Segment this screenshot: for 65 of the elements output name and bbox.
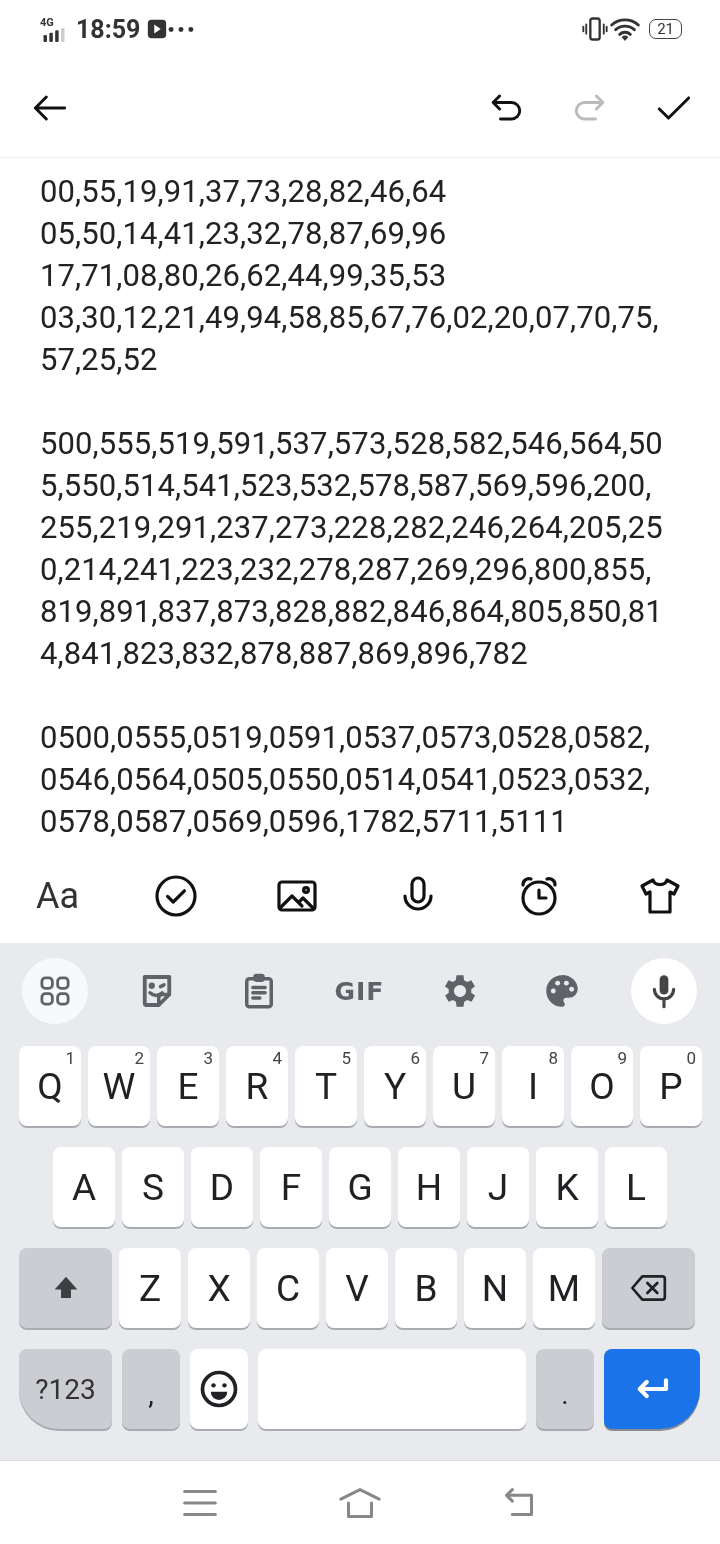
- key-hint: 1: [65, 1048, 75, 1068]
- note-text-line: 0578,0587,0569,0596,1782,5711,5111: [40, 802, 569, 842]
- letter-key[interactable]: R 4: [226, 1046, 288, 1126]
- letter-key[interactable]: B: [395, 1248, 457, 1328]
- letter-key[interactable]: W 2: [88, 1046, 150, 1126]
- letter-key[interactable]: N: [464, 1248, 526, 1328]
- network-type: 4G: [40, 16, 54, 28]
- key-hint: 7: [479, 1048, 489, 1068]
- enter-key[interactable]: [604, 1349, 700, 1429]
- letter-key[interactable]: S: [122, 1147, 184, 1227]
- note-text-line: 17,71,08,80,26,62,44,99,35,53: [40, 256, 448, 296]
- key-hint: 4: [272, 1048, 282, 1068]
- letter-key[interactable]: G: [329, 1147, 391, 1227]
- note-text-line: 0,214,241,223,232,278,287,269,296,800,855,: [40, 550, 653, 590]
- letter-key[interactable]: P 0: [640, 1046, 702, 1126]
- note-text-line: 5,550,514,541,523,532,578,587,569,596,200,: [40, 466, 653, 506]
- letter-key[interactable]: Q 1: [19, 1046, 81, 1126]
- symbols-key[interactable]: ?123: [19, 1349, 112, 1429]
- note-text-line: 00,55,19,91,37,73,28,82,46,64: [40, 172, 448, 212]
- play-icon: [146, 18, 169, 40]
- letter-key[interactable]: X: [188, 1248, 250, 1328]
- text-style-button[interactable]: Aa: [36, 874, 80, 917]
- period-key[interactable]: .: [536, 1349, 594, 1429]
- more-dots-icon: [168, 25, 195, 33]
- note-text-line: 05,50,14,41,23,32,78,87,69,96: [40, 214, 448, 254]
- letter-key[interactable]: J: [467, 1147, 529, 1227]
- key-hint: 0: [686, 1048, 696, 1068]
- letter-key[interactable]: T 5: [295, 1046, 357, 1126]
- battery-indicator: 21: [649, 19, 682, 39]
- note-text-line: 0546,0564,0505,0550,0514,0541,0523,0532,: [40, 760, 652, 800]
- letter-key[interactable]: H: [398, 1147, 460, 1227]
- note-text-line: 03,30,12,21,49,94,58,85,67,76,02,20,07,70,75,: [40, 298, 660, 338]
- backspace-key[interactable]: [602, 1248, 695, 1328]
- letter-key[interactable]: Z: [119, 1248, 181, 1328]
- note-text-line: 819,891,837,873,828,882,846,864,805,850,81: [40, 592, 664, 632]
- note-text-line: 500,555,519,591,537,573,528,582,546,564,50: [40, 424, 664, 464]
- vibrate-icon: [581, 15, 610, 43]
- note-text-line: 4,841,823,832,878,887,869,896,782: [40, 634, 529, 674]
- letter-key[interactable]: I 8: [502, 1046, 564, 1126]
- comma-key[interactable]: ,: [122, 1349, 180, 1429]
- key-hint: 2: [134, 1048, 144, 1068]
- note-text-line: 255,219,291,237,273,228,282,246,264,205,25: [40, 508, 664, 548]
- letter-key[interactable]: L: [605, 1147, 667, 1227]
- letter-key[interactable]: C: [257, 1248, 319, 1328]
- letter-key[interactable]: O 9: [571, 1046, 633, 1126]
- letter-key[interactable]: E 3: [157, 1046, 219, 1126]
- key-hint: 3: [203, 1048, 213, 1068]
- letter-key[interactable]: K: [536, 1147, 598, 1227]
- letter-key[interactable]: M: [533, 1248, 595, 1328]
- letter-key[interactable]: Y 6: [364, 1046, 426, 1126]
- gif-button[interactable]: GIF: [328, 975, 391, 1007]
- emoji-key[interactable]: [190, 1349, 248, 1429]
- key-hint: 8: [548, 1048, 558, 1068]
- letter-key[interactable]: V: [326, 1248, 388, 1328]
- key-hint: 5: [341, 1048, 351, 1068]
- note-text-line: 57,25,52: [40, 340, 159, 380]
- clock: 18:59: [76, 14, 141, 44]
- letter-key[interactable]: U 7: [433, 1046, 495, 1126]
- key-hint: 9: [617, 1048, 627, 1068]
- letter-key[interactable]: A: [53, 1147, 115, 1227]
- letter-key[interactable]: F: [260, 1147, 322, 1227]
- letter-key[interactable]: D: [191, 1147, 253, 1227]
- shift-key[interactable]: [19, 1248, 112, 1328]
- note-text-line: 0500,0555,0519,0591,0537,0573,0528,0582,: [40, 718, 652, 758]
- key-hint: 6: [410, 1048, 420, 1068]
